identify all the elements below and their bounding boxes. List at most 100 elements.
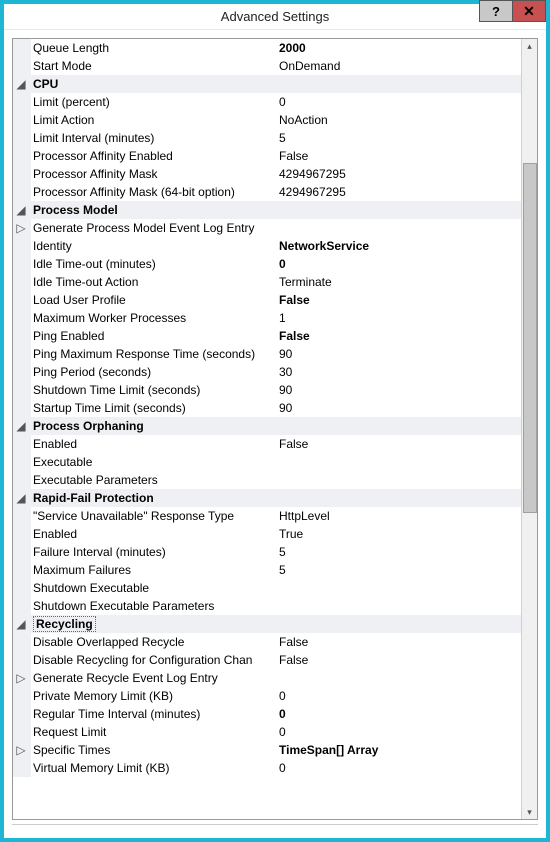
- property-value[interactable]: 5: [277, 561, 521, 579]
- expand-toggle-icon[interactable]: ▷: [13, 219, 31, 237]
- property-row[interactable]: Shutdown Time Limit (seconds)90: [13, 381, 521, 399]
- property-row[interactable]: EnabledTrue: [13, 525, 521, 543]
- property-row[interactable]: Limit Interval (minutes)5: [13, 129, 521, 147]
- property-label: Disable Overlapped Recycle: [31, 633, 277, 651]
- property-value[interactable]: NoAction: [277, 111, 521, 129]
- property-value[interactable]: [277, 597, 521, 615]
- property-row[interactable]: Private Memory Limit (KB)0: [13, 687, 521, 705]
- property-row[interactable]: Maximum Worker Processes1: [13, 309, 521, 327]
- property-row[interactable]: ▷Specific TimesTimeSpan[] Array: [13, 741, 521, 759]
- property-value[interactable]: 0: [277, 759, 521, 777]
- property-row[interactable]: Executable: [13, 453, 521, 471]
- property-value[interactable]: 0: [277, 687, 521, 705]
- property-value[interactable]: 90: [277, 345, 521, 363]
- property-value[interactable]: [277, 453, 521, 471]
- property-value[interactable]: False: [277, 291, 521, 309]
- property-row[interactable]: ▷Generate Process Model Event Log Entry: [13, 219, 521, 237]
- expand-toggle-icon[interactable]: ◢: [13, 615, 31, 633]
- category-row[interactable]: ◢Process Model: [13, 201, 521, 219]
- property-value[interactable]: False: [277, 435, 521, 453]
- toggle-spacer: [13, 399, 31, 417]
- property-value[interactable]: 2000: [277, 39, 521, 57]
- property-row[interactable]: Load User ProfileFalse: [13, 291, 521, 309]
- property-value[interactable]: Terminate: [277, 273, 521, 291]
- property-row[interactable]: Disable Overlapped RecycleFalse: [13, 633, 521, 651]
- property-value[interactable]: 1: [277, 309, 521, 327]
- expand-toggle-icon[interactable]: ▷: [13, 669, 31, 687]
- close-button[interactable]: ✕: [512, 0, 546, 22]
- property-row[interactable]: Limit ActionNoAction: [13, 111, 521, 129]
- property-row[interactable]: Ping EnabledFalse: [13, 327, 521, 345]
- property-value[interactable]: 0: [277, 93, 521, 111]
- property-label: Limit (percent): [31, 93, 277, 111]
- property-table: Queue Length2000Start ModeOnDemand◢CPULi…: [13, 39, 521, 777]
- property-row[interactable]: Processor Affinity Mask (64-bit option)4…: [13, 183, 521, 201]
- property-value[interactable]: 0: [277, 705, 521, 723]
- property-row[interactable]: ▷Generate Recycle Event Log Entry: [13, 669, 521, 687]
- property-value[interactable]: OnDemand: [277, 57, 521, 75]
- property-value[interactable]: [277, 471, 521, 489]
- property-row[interactable]: Limit (percent)0: [13, 93, 521, 111]
- help-button[interactable]: ?: [479, 0, 513, 22]
- property-label: Recycling: [31, 615, 277, 633]
- property-row[interactable]: Ping Period (seconds)30: [13, 363, 521, 381]
- property-value[interactable]: 90: [277, 381, 521, 399]
- property-value[interactable]: 4294967295: [277, 183, 521, 201]
- category-row[interactable]: ◢Recycling: [13, 615, 521, 633]
- property-row[interactable]: Shutdown Executable Parameters: [13, 597, 521, 615]
- property-row[interactable]: EnabledFalse: [13, 435, 521, 453]
- scroll-up-arrow-icon[interactable]: ▴: [523, 39, 537, 53]
- expand-toggle-icon[interactable]: ◢: [13, 489, 31, 507]
- property-label: Executable: [31, 453, 277, 471]
- property-value[interactable]: 0: [277, 255, 521, 273]
- property-row[interactable]: Idle Time-out ActionTerminate: [13, 273, 521, 291]
- property-value[interactable]: [277, 669, 521, 687]
- scroll-thumb[interactable]: [523, 163, 537, 513]
- expand-toggle-icon[interactable]: ◢: [13, 417, 31, 435]
- property-row[interactable]: Processor Affinity Mask4294967295: [13, 165, 521, 183]
- property-row[interactable]: IdentityNetworkService: [13, 237, 521, 255]
- property-value[interactable]: 5: [277, 543, 521, 561]
- scroll-down-arrow-icon[interactable]: ▾: [523, 805, 537, 819]
- property-row[interactable]: Ping Maximum Response Time (seconds)90: [13, 345, 521, 363]
- property-value[interactable]: 30: [277, 363, 521, 381]
- property-value[interactable]: [277, 579, 521, 597]
- property-row[interactable]: Maximum Failures5: [13, 561, 521, 579]
- property-value[interactable]: 90: [277, 399, 521, 417]
- property-value[interactable]: TimeSpan[] Array: [277, 741, 521, 759]
- expand-toggle-icon[interactable]: ◢: [13, 201, 31, 219]
- property-row[interactable]: Idle Time-out (minutes)0: [13, 255, 521, 273]
- category-row[interactable]: ◢Process Orphaning: [13, 417, 521, 435]
- property-value[interactable]: [277, 219, 521, 237]
- property-value[interactable]: 0: [277, 723, 521, 741]
- expand-toggle-icon[interactable]: ◢: [13, 75, 31, 93]
- vertical-scrollbar[interactable]: ▴ ▾: [521, 39, 537, 819]
- property-row[interactable]: Request Limit0: [13, 723, 521, 741]
- property-value[interactable]: False: [277, 327, 521, 345]
- property-row[interactable]: Processor Affinity EnabledFalse: [13, 147, 521, 165]
- property-row[interactable]: Queue Length2000: [13, 39, 521, 57]
- property-value: [277, 417, 521, 435]
- property-row[interactable]: Executable Parameters: [13, 471, 521, 489]
- property-row[interactable]: Virtual Memory Limit (KB)0: [13, 759, 521, 777]
- property-row[interactable]: Regular Time Interval (minutes)0: [13, 705, 521, 723]
- category-row[interactable]: ◢Rapid-Fail Protection: [13, 489, 521, 507]
- property-value[interactable]: 5: [277, 129, 521, 147]
- property-row[interactable]: Shutdown Executable: [13, 579, 521, 597]
- category-row[interactable]: ◢CPU: [13, 75, 521, 93]
- expand-toggle-icon[interactable]: ▷: [13, 741, 31, 759]
- scroll-track[interactable]: [523, 53, 537, 805]
- property-value[interactable]: 4294967295: [277, 165, 521, 183]
- property-row[interactable]: Startup Time Limit (seconds)90: [13, 399, 521, 417]
- property-row[interactable]: Start ModeOnDemand: [13, 57, 521, 75]
- property-label: Enabled: [31, 435, 277, 453]
- property-value[interactable]: True: [277, 525, 521, 543]
- property-row[interactable]: Failure Interval (minutes)5: [13, 543, 521, 561]
- property-value[interactable]: False: [277, 651, 521, 669]
- property-row[interactable]: "Service Unavailable" Response TypeHttpL…: [13, 507, 521, 525]
- property-value[interactable]: NetworkService: [277, 237, 521, 255]
- property-value[interactable]: False: [277, 633, 521, 651]
- property-row[interactable]: Disable Recycling for Configuration Chan…: [13, 651, 521, 669]
- property-value[interactable]: HttpLevel: [277, 507, 521, 525]
- property-value[interactable]: False: [277, 147, 521, 165]
